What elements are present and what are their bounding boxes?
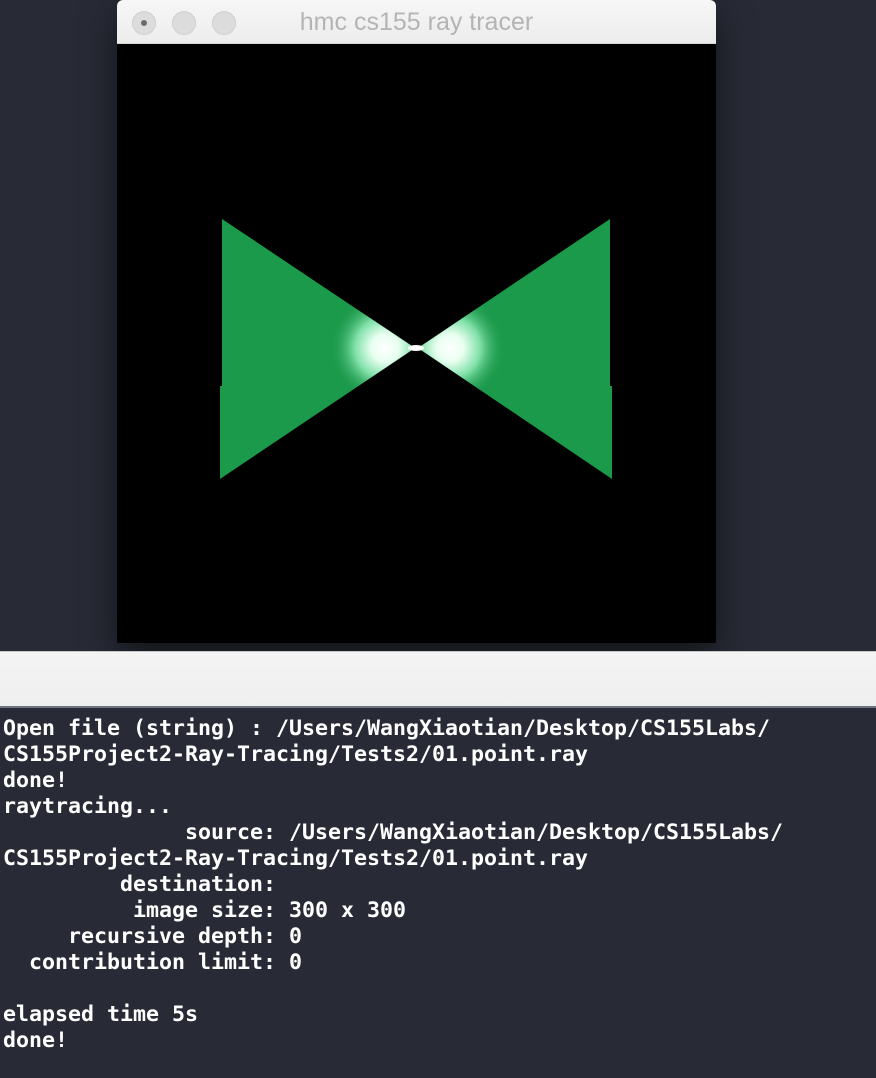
console-line: CS155Project2-Ray-Tracing/Tests2/01.poin… [3,846,589,871]
ray-tracer-window[interactable]: hmc cs155 ray tracer [117,0,716,643]
console-line: Open file (string) : /Users/WangXiaotian… [3,716,771,741]
console-line: CS155Project2-Ray-Tracing/Tests2/01.poin… [3,742,589,767]
console-line: raytracing... [3,794,173,819]
render-canvas [117,44,716,643]
console-line: done! [3,768,69,793]
console-divider-bar[interactable] [0,651,876,708]
console-line: done! [3,1028,69,1053]
bowtie-render [117,44,716,643]
console-text: Open file (string) : /Users/WangXiaotian… [0,708,876,1054]
window-title: hmc cs155 ray tracer [299,8,534,36]
console-line: contribution limit: 0 [3,950,303,975]
console-line: image size: 300 x 300 [3,898,407,923]
console-line: destination: [3,872,290,897]
console-line: elapsed time 5s [3,1002,199,1027]
window-titlebar[interactable]: hmc cs155 ray tracer [117,0,716,44]
console-line: recursive depth: 0 [3,924,303,949]
console-output: Open file (string) : /Users/WangXiaotian… [0,708,876,1078]
console-line: source: /Users/WangXiaotian/Desktop/CS15… [3,820,784,845]
